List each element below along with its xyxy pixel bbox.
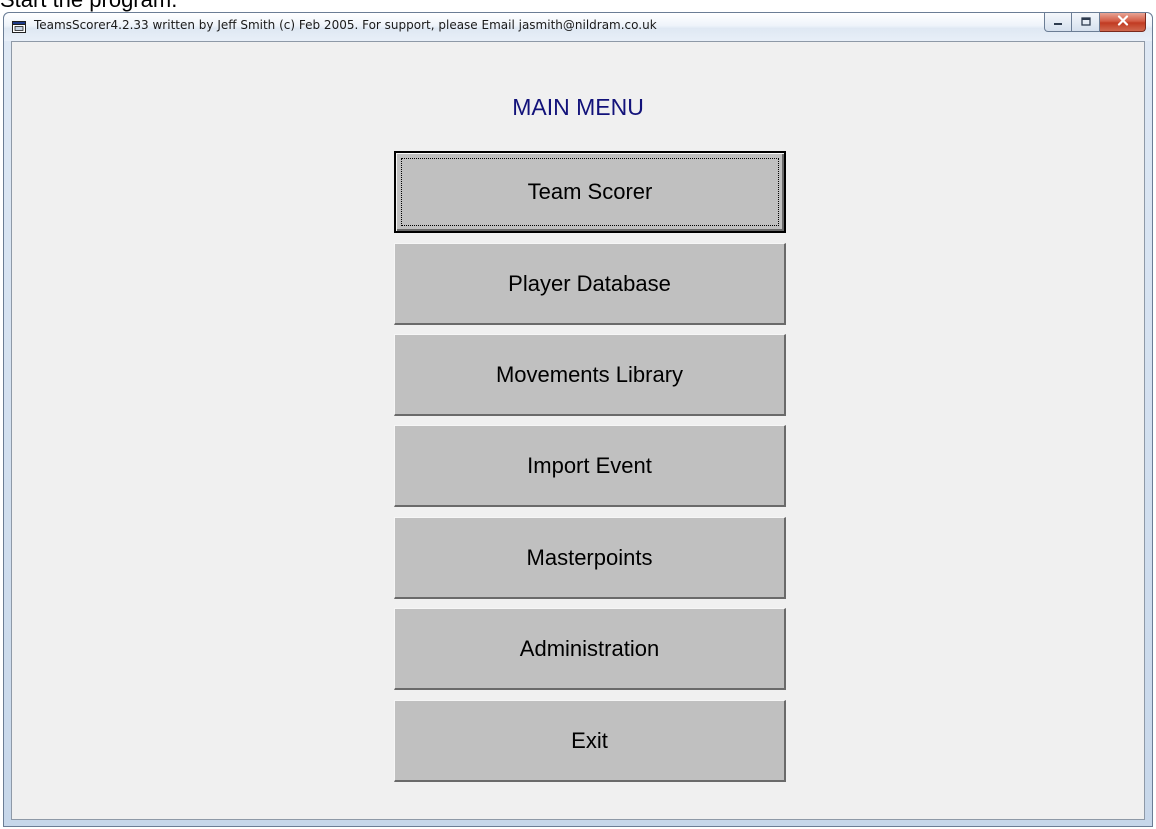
close-button[interactable] (1100, 13, 1146, 32)
button-label: Masterpoints (526, 544, 653, 570)
caption-text: Start the program. (0, 0, 177, 12)
import-event-button[interactable]: Import Event (394, 425, 786, 507)
app-window-icon[interactable] (12, 20, 26, 33)
button-label: Import Event (527, 452, 652, 478)
app-window: TeamsScorer4.2.33 written by Jeff Smith … (3, 12, 1153, 827)
window-controls (1044, 13, 1146, 32)
button-label: Player Database (508, 270, 671, 296)
menu-title: MAIN MENU (512, 94, 644, 120)
minimize-icon (1053, 13, 1063, 31)
title-bar[interactable]: TeamsScorer4.2.33 written by Jeff Smith … (4, 13, 1152, 41)
close-icon (1117, 13, 1129, 31)
maximize-icon (1080, 13, 1091, 31)
minimize-button[interactable] (1044, 13, 1072, 32)
team-scorer-button[interactable]: Team Scorer (394, 151, 786, 233)
player-database-button[interactable]: Player Database (394, 243, 786, 325)
window-title: TeamsScorer4.2.33 written by Jeff Smith … (34, 18, 657, 32)
exit-button[interactable]: Exit (394, 700, 786, 782)
movements-library-button[interactable]: Movements Library (394, 334, 786, 416)
screenshot: Start the program. TeamsScorer4.2.33 wri… (0, 0, 1156, 829)
main-menu-form: MAIN MENU Team Scorer Player Database Mo… (11, 41, 1145, 820)
button-label: Administration (519, 635, 660, 661)
button-label: Team Scorer (527, 179, 653, 204)
button-label: Movements Library (495, 361, 684, 387)
masterpoints-button[interactable]: Masterpoints (394, 517, 786, 599)
maximize-button[interactable] (1072, 13, 1100, 32)
administration-button[interactable]: Administration (394, 608, 786, 690)
button-label: Exit (571, 727, 608, 753)
